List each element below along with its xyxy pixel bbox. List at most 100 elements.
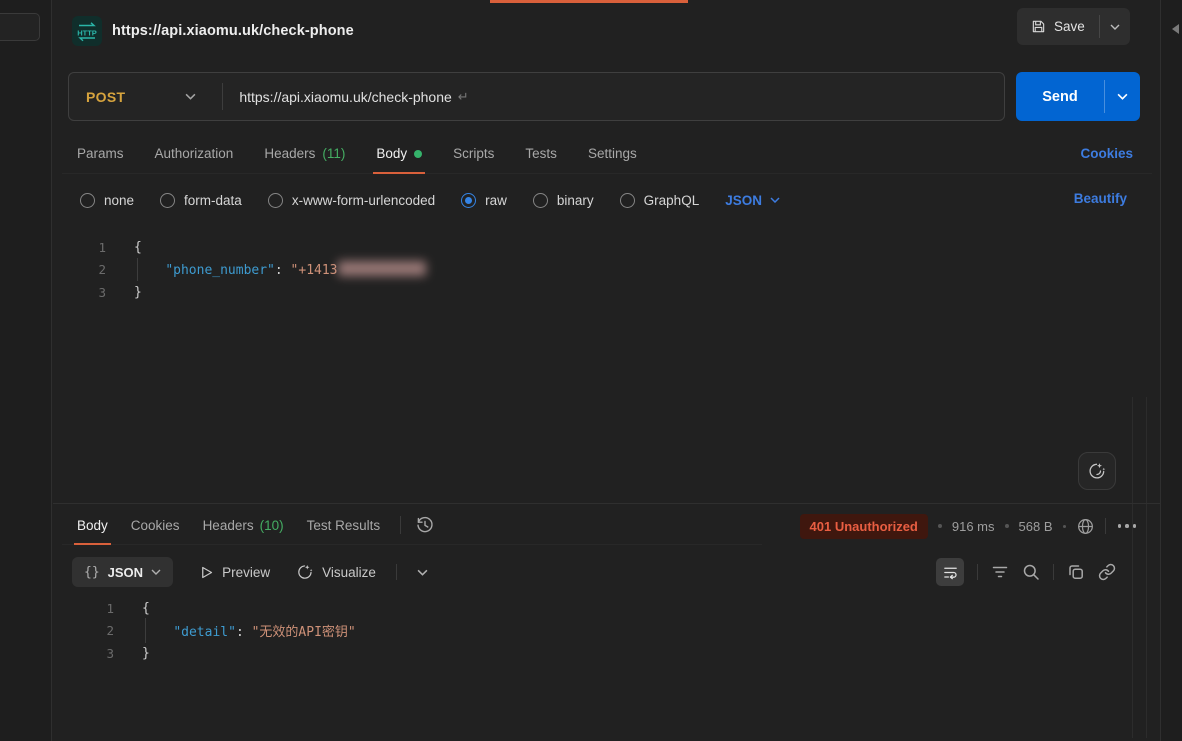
token-punct xyxy=(134,263,165,278)
scrollbar-track[interactable] xyxy=(1146,397,1147,738)
request-title: https://api.xiaomu.uk/check-phone xyxy=(112,23,354,39)
response-time[interactable]: 916 ms xyxy=(952,519,995,534)
body-type-x-www-form-urlencoded[interactable]: x-www-form-urlencoded xyxy=(268,193,435,208)
code-content: { xyxy=(134,240,142,255)
active-tab-indicator xyxy=(490,0,688,3)
toolbar-chevron-down-icon[interactable] xyxy=(417,569,428,576)
visualize-sparkle-icon xyxy=(296,563,314,581)
language-dropdown[interactable]: JSON xyxy=(725,193,780,208)
visualize-button[interactable]: Visualize xyxy=(296,563,376,581)
line-number: 3 xyxy=(62,646,114,661)
code-line[interactable]: 1{ xyxy=(62,236,1122,259)
svg-text:HTTP: HTTP xyxy=(77,29,97,38)
save-options-button[interactable] xyxy=(1100,8,1130,45)
response-history-button[interactable] xyxy=(415,515,435,535)
beautify-link[interactable]: Beautify xyxy=(1074,191,1127,206)
app-window: HTTP https://api.xiaomu.uk/check-phone S… xyxy=(0,0,1182,741)
response-size[interactable]: 568 B xyxy=(1019,519,1053,534)
body-type-binary[interactable]: binary xyxy=(533,193,594,208)
scrollbar-track[interactable] xyxy=(1132,397,1133,738)
radio-icon xyxy=(620,193,635,208)
code-line[interactable]: 3} xyxy=(62,281,1122,304)
wrap-text-button[interactable] xyxy=(936,558,964,586)
tab-settings[interactable]: Settings xyxy=(588,134,637,174)
tab-label: Settings xyxy=(588,146,637,161)
body-type-label: none xyxy=(104,193,134,208)
tab-label: Headers xyxy=(203,518,254,533)
chevron-down-icon xyxy=(185,93,196,100)
tab-label: Headers xyxy=(264,146,315,161)
link-button[interactable] xyxy=(1098,563,1116,581)
response-actions xyxy=(936,557,1116,587)
body-type-raw[interactable]: raw xyxy=(461,193,507,208)
collapse-panel-arrow-icon[interactable] xyxy=(1172,24,1179,34)
body-type-graphql[interactable]: GraphQL xyxy=(620,193,700,208)
url-input[interactable]: https://api.xiaomu.uk/check-phone xyxy=(239,89,451,105)
tab-label: Body xyxy=(77,518,108,533)
tab-label: Cookies xyxy=(131,518,180,533)
tab-headers[interactable]: Headers (11) xyxy=(264,134,345,174)
dot-separator xyxy=(1005,524,1009,528)
token-punct: : xyxy=(236,625,252,640)
filter-button[interactable] xyxy=(991,563,1009,581)
preview-button[interactable]: Preview xyxy=(199,565,270,580)
active-tab-underline xyxy=(74,543,111,545)
tab-headers[interactable]: Headers (10) xyxy=(203,506,284,545)
response-section-divider[interactable] xyxy=(53,503,1160,504)
radio-icon xyxy=(533,193,548,208)
dot-separator xyxy=(938,524,942,528)
tab-body[interactable]: Body xyxy=(77,506,108,545)
chevron-down-icon xyxy=(1117,93,1128,100)
tab-tests[interactable]: Tests xyxy=(525,134,557,174)
response-format-dropdown[interactable]: {} JSON xyxy=(72,557,173,587)
unsaved-dot-icon xyxy=(414,150,422,158)
tab-scripts[interactable]: Scripts xyxy=(453,134,494,174)
sidebar-collection-box[interactable] xyxy=(0,13,40,41)
token-string: "无效的API密钥" xyxy=(252,625,356,640)
code-content: "detail": "无效的API密钥" xyxy=(142,621,356,640)
tab-params[interactable]: Params xyxy=(77,134,124,174)
tab-body[interactable]: Body xyxy=(376,134,422,174)
divider xyxy=(1053,564,1054,580)
cookies-link[interactable]: Cookies xyxy=(1080,146,1133,161)
tab-count-badge: (11) xyxy=(322,146,345,161)
body-type-form-data[interactable]: form-data xyxy=(160,193,242,208)
tab-test-results[interactable]: Test Results xyxy=(307,506,381,545)
code-line[interactable]: 3} xyxy=(62,642,1122,665)
copy-button[interactable] xyxy=(1067,563,1085,581)
chevron-down-icon xyxy=(1110,24,1120,30)
more-options-button[interactable] xyxy=(1116,520,1139,532)
save-button[interactable]: Save xyxy=(1017,8,1099,45)
method-selector[interactable]: POST xyxy=(69,89,125,105)
request-body-editor[interactable]: 1{2 "phone_number": "+14133} xyxy=(62,236,1122,304)
code-line[interactable]: 2 "detail": "无效的API密钥" xyxy=(62,620,1122,643)
save-label: Save xyxy=(1054,19,1085,34)
divider xyxy=(1105,518,1106,534)
token-punct: } xyxy=(142,646,150,661)
code-line[interactable]: 1{ xyxy=(62,597,1122,620)
tab-count-badge: (10) xyxy=(260,518,284,533)
divider xyxy=(400,516,401,534)
token-key: "phone_number" xyxy=(165,263,275,278)
code-content: { xyxy=(142,601,150,616)
network-globe-button[interactable] xyxy=(1076,517,1095,536)
code-line[interactable]: 2 "phone_number": "+1413 xyxy=(62,259,1122,282)
method-dropdown-button[interactable] xyxy=(185,93,196,100)
postbot-button[interactable] xyxy=(1078,452,1116,490)
send-button[interactable]: Send xyxy=(1016,72,1104,121)
token-punct: : xyxy=(275,263,291,278)
chevron-down-icon xyxy=(151,569,161,575)
tab-cookies[interactable]: Cookies xyxy=(131,506,180,545)
body-type-none[interactable]: none xyxy=(80,193,134,208)
copy-icon xyxy=(1067,563,1085,581)
status-code-badge[interactable]: 401 Unauthorized xyxy=(800,514,928,539)
tab-authorization[interactable]: Authorization xyxy=(155,134,234,174)
right-gutter xyxy=(1160,0,1182,741)
send-options-button[interactable] xyxy=(1105,72,1140,121)
line-number: 3 xyxy=(62,285,106,300)
active-tab-underline xyxy=(373,172,425,174)
link-icon xyxy=(1098,563,1116,581)
divider xyxy=(977,564,978,580)
search-button[interactable] xyxy=(1022,563,1040,581)
response-body-viewer[interactable]: 1{2 "detail": "无效的API密钥"3} xyxy=(62,597,1122,665)
